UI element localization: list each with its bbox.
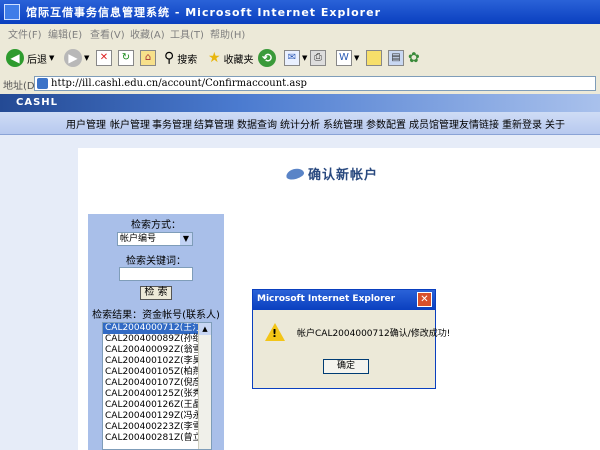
research-icon: ▤ xyxy=(388,50,404,66)
site-logo: CASHL xyxy=(16,97,59,108)
favorites-star-icon: ★ xyxy=(208,50,221,66)
edit-dropdown-icon[interactable]: ▼ xyxy=(354,54,359,62)
nav-user-management[interactable]: 用户管理 xyxy=(66,116,106,131)
history-icon: ⟲ xyxy=(258,49,276,67)
list-item[interactable]: CAL200400107Z(倪彦) xyxy=(103,378,211,389)
edit-button[interactable]: W ▼ xyxy=(336,47,359,69)
forward-arrow-icon: ▶ xyxy=(64,49,82,67)
list-item[interactable]: CAL200400223Z(李雪浩) xyxy=(103,422,211,433)
word-edit-icon: W xyxy=(336,50,352,66)
menu-tools[interactable]: 工具(T) xyxy=(170,26,204,41)
search-submit-button[interactable]: 检 索 xyxy=(140,286,172,300)
mail-dropdown-icon[interactable]: ▼ xyxy=(302,54,307,62)
nav-friendly-links[interactable]: 友情链接 xyxy=(459,116,499,131)
menu-view[interactable]: 查看(V) xyxy=(90,26,125,41)
stop-button[interactable]: ✕ xyxy=(96,47,112,69)
nav-statistics[interactable]: 统计分析 xyxy=(280,116,320,131)
chevron-down-icon[interactable]: ▼ xyxy=(180,233,192,245)
mail-icon: ✉ xyxy=(284,50,300,66)
alert-dialog: Microsoft Internet Explorer ✕ ! 帐户CAL200… xyxy=(252,289,450,389)
back-label: 后退 xyxy=(27,54,47,66)
back-dropdown-icon[interactable]: ▼ xyxy=(49,54,54,62)
mail-button[interactable]: ✉ ▼ xyxy=(284,47,307,69)
page-heading: 确认新帐户 xyxy=(285,164,379,183)
menu-help[interactable]: 帮助(H) xyxy=(210,26,245,41)
discuss-icon xyxy=(366,50,382,66)
print-button[interactable]: ⎙ xyxy=(310,47,326,69)
close-icon[interactable]: ✕ xyxy=(417,292,432,307)
forward-button[interactable]: ▶ ▼ xyxy=(64,47,89,69)
scroll-up-icon[interactable]: ▲ xyxy=(199,323,211,335)
list-item[interactable]: CAL200400125Z(张秀春) xyxy=(103,389,211,400)
home-button[interactable]: ⌂ xyxy=(140,47,156,69)
history-button[interactable]: ⟲ xyxy=(258,47,276,69)
list-item[interactable]: CAL200400281Z(曾立英) xyxy=(103,433,211,444)
home-icon: ⌂ xyxy=(140,50,156,66)
search-method-select[interactable]: 帐户编号 ▼ xyxy=(117,232,193,246)
address-bar: 地址(D) http://ill.cashl.edu.cn/account/Co… xyxy=(0,74,600,95)
search-method-label: 检索方式： xyxy=(131,220,181,231)
nav-relogin[interactable]: 重新登录 xyxy=(502,116,542,131)
warning-exclamation-mark: ! xyxy=(272,327,278,340)
list-item[interactable]: CAL200400089Z(孙继成) xyxy=(103,334,211,345)
results-scrollbar[interactable]: ▲ xyxy=(198,323,211,449)
search-button[interactable]: ⚲ 搜索 xyxy=(164,47,197,69)
browser-toolbar: ◀ 后退 ▼ ▶ ▼ ✕ ↻ ⌂ ⚲ 搜索 ★ 收藏夹 ⟲ ✉ ▼ ⎙ W ▼ … xyxy=(0,42,600,75)
nav-account-management[interactable]: 帐户管理 xyxy=(110,116,150,131)
search-magnifier-icon: ⚲ xyxy=(164,50,175,66)
nav-parameter-config[interactable]: 参数配置 xyxy=(366,116,406,131)
messenger-button[interactable]: ✿ xyxy=(408,47,420,69)
nav-member-library[interactable]: 成员馆管理 xyxy=(409,116,459,131)
ie-app-icon xyxy=(4,4,20,20)
list-item[interactable]: CAL200400129Z(冯永翔) xyxy=(103,411,211,422)
research-button[interactable]: ▤ xyxy=(388,47,404,69)
back-button[interactable]: ◀ 后退 ▼ xyxy=(6,47,54,69)
menu-favorites[interactable]: 收藏(A) xyxy=(130,26,165,41)
title-bird-icon xyxy=(285,166,305,181)
search-results-label: 检索结果：资金帐号(联系人) xyxy=(92,310,220,321)
list-item[interactable]: CAL2004000712(王汀汀) xyxy=(103,323,211,334)
site-banner: CASHL xyxy=(0,94,600,112)
ok-button[interactable]: 确定 xyxy=(323,359,369,374)
search-keyword-label: 检索关键词： xyxy=(126,256,186,267)
back-arrow-icon: ◀ xyxy=(6,49,24,67)
menu-file[interactable]: 文件(F) xyxy=(8,26,42,41)
forward-dropdown-icon[interactable]: ▼ xyxy=(84,54,89,62)
dialog-message: 帐户CAL2004000712确认/修改成功! xyxy=(297,329,451,339)
search-results-list[interactable]: CAL2004000712(王汀汀) CAL200400089Z(孙继成) CA… xyxy=(102,322,212,450)
list-item[interactable]: CAL200400126Z(王晶) xyxy=(103,400,211,411)
discuss-button[interactable] xyxy=(366,47,382,69)
stop-icon: ✕ xyxy=(96,50,112,66)
refresh-button[interactable]: ↻ xyxy=(118,47,134,69)
window-title: 馆际互借事务信息管理系统 - Microsoft Internet Explor… xyxy=(26,6,381,19)
refresh-icon: ↻ xyxy=(118,50,134,66)
page-title: 确认新帐户 xyxy=(308,168,379,183)
favorites-label: 收藏夹 xyxy=(223,54,254,66)
search-method-value: 帐户编号 xyxy=(120,234,157,244)
messenger-icon: ✿ xyxy=(408,50,420,66)
dialog-titlebar[interactable]: Microsoft Internet Explorer ✕ xyxy=(253,290,435,310)
menu-edit[interactable]: 编辑(E) xyxy=(48,26,82,41)
list-item[interactable]: CAL200400105Z(柏燕) xyxy=(103,367,211,378)
site-nav: 用户管理 帐户管理 事务管理 结算管理 数据查询 统计分析 系统管理 参数配置 … xyxy=(0,112,600,135)
menu-bar: 文件(F) 编辑(E) 查看(V) 收藏(A) 工具(T) 帮助(H) xyxy=(0,24,600,43)
favorites-button[interactable]: ★ 收藏夹 xyxy=(208,47,254,69)
nav-about[interactable]: 关于 xyxy=(545,116,565,131)
list-item[interactable]: CAL200400102Z(李昊) xyxy=(103,356,211,367)
dialog-title: Microsoft Internet Explorer xyxy=(257,294,396,304)
address-input[interactable]: http://ill.cashl.edu.cn/account/Confirma… xyxy=(34,76,596,91)
search-label: 搜索 xyxy=(177,54,198,66)
print-icon: ⎙ xyxy=(310,50,326,66)
address-url: http://ill.cashl.edu.cn/account/Confirma… xyxy=(51,78,307,89)
nav-data-query[interactable]: 数据查询 xyxy=(237,116,277,131)
search-keyword-input[interactable] xyxy=(119,267,193,281)
nav-system-management[interactable]: 系统管理 xyxy=(323,116,363,131)
page-icon xyxy=(37,78,48,89)
window-titlebar[interactable]: 馆际互借事务信息管理系统 - Microsoft Internet Explor… xyxy=(0,0,600,24)
nav-transaction-management[interactable]: 事务管理 xyxy=(152,116,192,131)
list-item[interactable]: CAL200400092Z(翁雪华) xyxy=(103,345,211,356)
nav-settlement-management[interactable]: 结算管理 xyxy=(194,116,234,131)
